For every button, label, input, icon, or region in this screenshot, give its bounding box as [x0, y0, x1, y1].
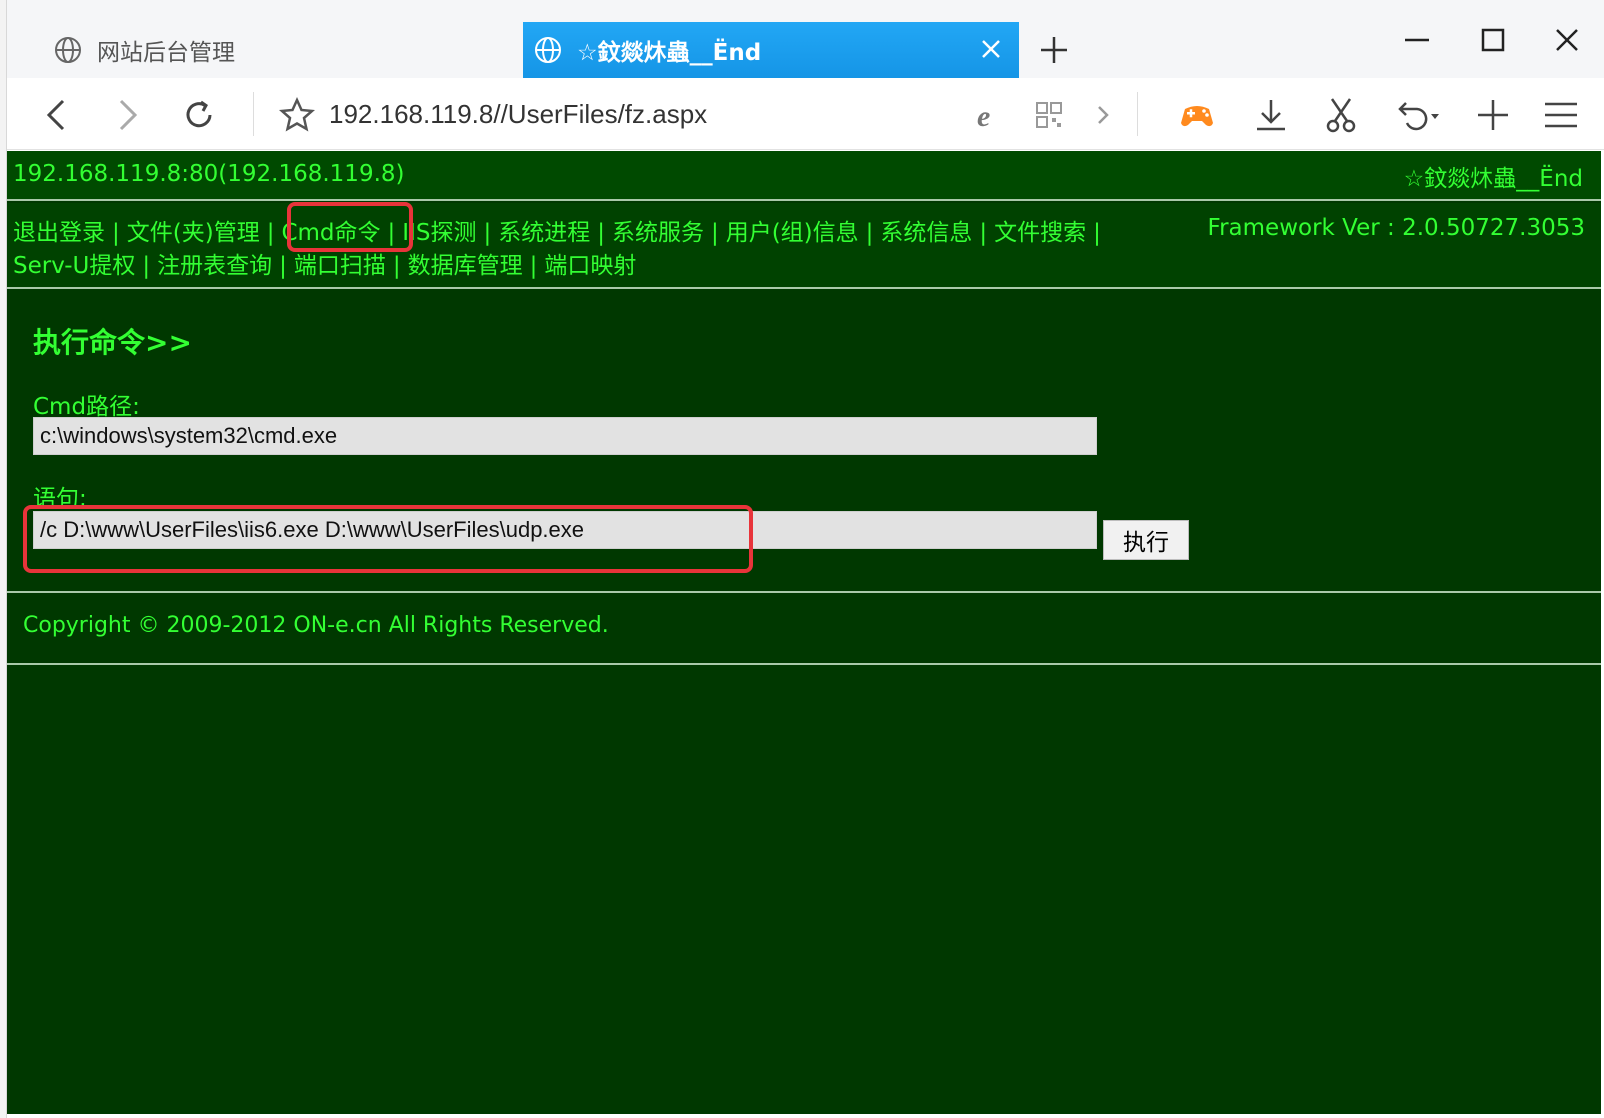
- tab-title: ☆鈫燚炑蟲__Ënd: [577, 40, 762, 66]
- menu-item-processes[interactable]: 系统进程: [498, 220, 590, 246]
- menu-item-logout[interactable]: 退出登录: [13, 220, 105, 246]
- section-title: 执行命令>>: [33, 326, 192, 359]
- tab-webshell[interactable]: ☆鈫燚炑蟲__Ënd: [523, 22, 1019, 78]
- host-info: 192.168.119.8:80(192.168.119.8): [13, 161, 405, 187]
- divider: [253, 92, 254, 136]
- divider: [7, 591, 1601, 593]
- page-content: 192.168.119.8:80(192.168.119.8) ☆鈫燚炑蟲__Ë…: [7, 151, 1601, 1114]
- qr-code-icon[interactable]: [1029, 95, 1069, 135]
- main-menu: 退出登录 | 文件(夹)管理 | Cmd命令 | IIS探测 | 系统进程 | 系统服务 | 用户(组)…: [7, 203, 1601, 289]
- annotation-box-cmd: [287, 202, 413, 252]
- tab-bar: 网站后台管理 ☆鈫燚炑蟲__Ënd: [7, 0, 1604, 78]
- menu-separator: |: [112, 220, 120, 246]
- site-name: ☆鈫燚炑蟲__Ënd: [1403, 166, 1583, 192]
- cmd-path-label: Cmd路径:: [33, 394, 140, 420]
- cmd-path-input[interactable]: [33, 417, 1097, 455]
- menu-separator: |: [483, 220, 492, 246]
- close-tab-icon[interactable]: [977, 35, 1005, 63]
- scissors-icon[interactable]: [1321, 95, 1361, 135]
- chevron-right-icon[interactable]: [1083, 95, 1123, 135]
- menu-item-registry[interactable]: 注册表查询: [157, 253, 272, 279]
- undo-dropdown-icon[interactable]: [1391, 95, 1451, 135]
- menu-separator: |: [710, 220, 719, 246]
- divider: [7, 663, 1601, 665]
- menu-separator: |: [266, 220, 275, 246]
- minimize-icon[interactable]: [1399, 22, 1435, 58]
- menu-item-database[interactable]: 数据库管理: [408, 253, 523, 279]
- bookmark-star-icon[interactable]: [277, 95, 317, 135]
- close-window-icon[interactable]: [1549, 22, 1585, 58]
- download-icon[interactable]: [1251, 95, 1291, 135]
- menu-separator: |: [597, 220, 605, 246]
- gamepad-icon[interactable]: [1177, 95, 1217, 135]
- tab-admin[interactable]: 网站后台管理: [43, 22, 503, 78]
- menu-icon[interactable]: [1541, 95, 1581, 135]
- menu-item-iis-probe[interactable]: IIS探测: [402, 220, 476, 246]
- browser-window: 网站后台管理 ☆鈫燚炑蟲__Ënd 192.168.119.8//UserFil…: [6, 0, 1604, 1118]
- menu-separator: |: [865, 220, 874, 246]
- annotation-box-statement: [23, 505, 753, 573]
- menu-item-port-mapping[interactable]: 端口映射: [544, 253, 636, 279]
- add-icon[interactable]: [1473, 95, 1513, 135]
- menu-item-file-search[interactable]: 文件搜索: [994, 220, 1086, 246]
- execute-button[interactable]: 执行: [1103, 520, 1189, 560]
- menu-separator: |: [142, 253, 151, 279]
- menu-separator: |: [279, 253, 287, 279]
- menu-item-servu[interactable]: Serv-U提权: [13, 253, 135, 279]
- menu-item-system-info[interactable]: 系统信息: [880, 220, 972, 246]
- menu-separator: |: [1093, 220, 1101, 246]
- svg-text:e: e: [977, 100, 990, 133]
- menu-item-port-scan[interactable]: 端口扫描: [294, 253, 386, 279]
- divider: [1137, 92, 1138, 136]
- globe-icon: [55, 37, 81, 63]
- menu-row-1: 退出登录 | 文件(夹)管理 | Cmd命令 | IIS探测 | 系统进程 | 系统服务 | 用户(组)…: [13, 213, 1108, 247]
- forward-icon[interactable]: [107, 95, 147, 135]
- menu-item-services[interactable]: 系统服务: [612, 220, 704, 246]
- menu-separator: |: [979, 220, 988, 246]
- back-icon[interactable]: [37, 95, 77, 135]
- framework-version: Framework Ver : 2.0.50727.3053: [1207, 215, 1585, 241]
- menu-item-user-groups[interactable]: 用户(组)信息: [726, 220, 859, 246]
- menu-separator: |: [392, 253, 401, 279]
- ie-mode-icon[interactable]: e: [969, 95, 1009, 135]
- navigation-bar: 192.168.119.8//UserFiles/fz.aspx e: [7, 78, 1604, 150]
- maximize-icon[interactable]: [1475, 22, 1511, 58]
- new-tab-icon[interactable]: [1037, 33, 1071, 67]
- reload-icon[interactable]: [179, 95, 219, 135]
- copyright-text: Copyright © 2009-2012 ON-e.cn All Rights…: [23, 613, 609, 638]
- address-bar[interactable]: 192.168.119.8//UserFiles/fz.aspx: [329, 96, 707, 132]
- globe-icon: [535, 37, 561, 63]
- menu-item-file-manager[interactable]: 文件(夹)管理: [127, 220, 260, 246]
- tab-title: 网站后台管理: [97, 40, 235, 66]
- header-bar: 192.168.119.8:80(192.168.119.8) ☆鈫燚炑蟲__Ë…: [7, 151, 1601, 201]
- menu-separator: |: [529, 253, 538, 279]
